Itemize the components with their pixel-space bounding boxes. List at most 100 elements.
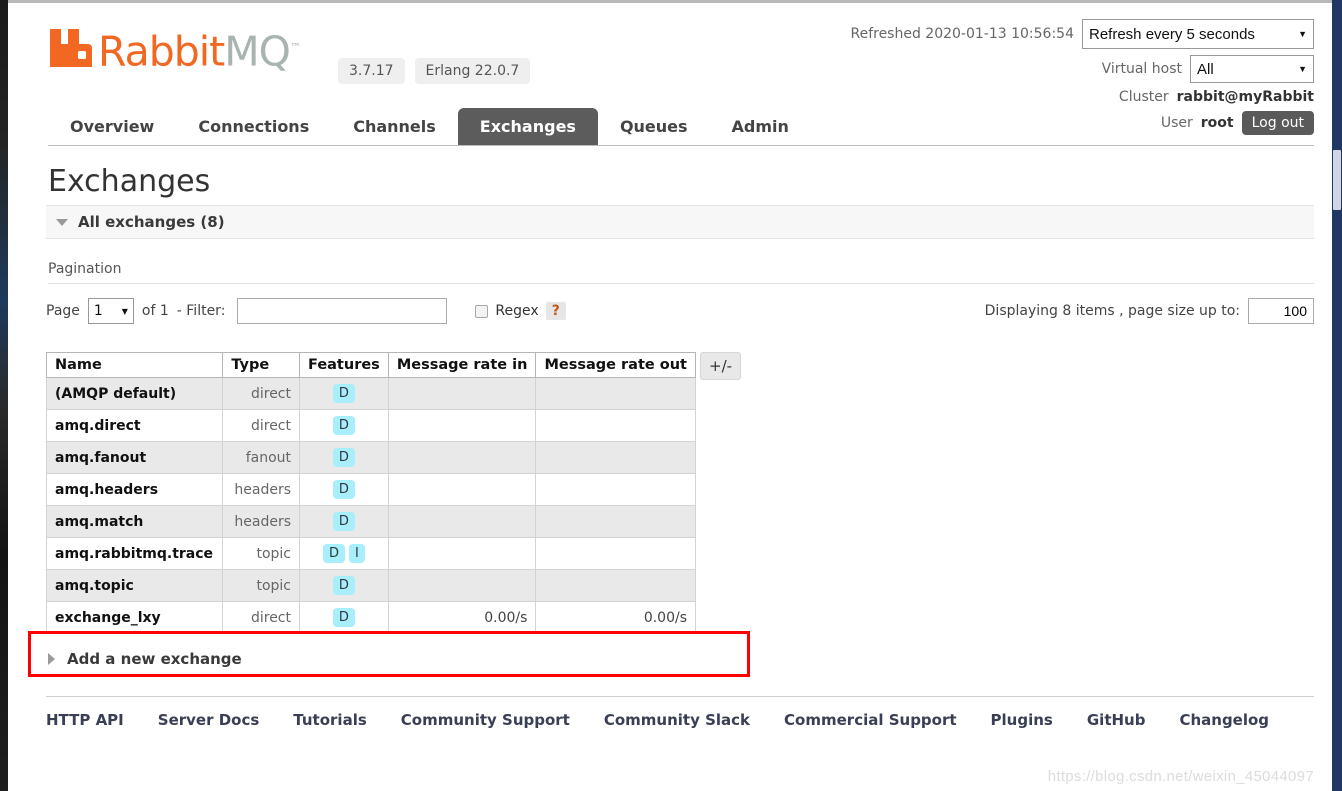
cell-exchange-type: headers xyxy=(222,505,300,538)
main-navigation: Overview Connections Channels Exchanges … xyxy=(48,108,1314,146)
toggle-columns-button[interactable]: +/- xyxy=(700,352,742,380)
cell-exchange-name[interactable]: (AMQP default) xyxy=(45,377,224,410)
exchanges-table-wrap: Name Type Features Message rate in Messa… xyxy=(45,352,1314,634)
cell-exchange-name[interactable]: exchange_lxy xyxy=(45,601,224,634)
page-total-label: of 1 xyxy=(141,303,169,319)
cell-exchange-features: D xyxy=(299,569,389,602)
trademark-symbol: ™ xyxy=(289,41,301,55)
regex-checkbox[interactable] xyxy=(475,304,489,318)
cluster-label: Cluster xyxy=(1118,89,1169,105)
cell-exchange-name[interactable]: amq.direct xyxy=(45,409,224,442)
cluster-name: rabbit@myRabbit xyxy=(1176,89,1314,105)
footer-link[interactable]: Community Support xyxy=(401,711,570,729)
cell-message-rate-in xyxy=(387,473,537,506)
column-header-message-rate-out[interactable]: Message rate out xyxy=(535,352,696,378)
page-word-label: Page xyxy=(46,303,80,319)
tab-overview[interactable]: Overview xyxy=(48,108,176,145)
cell-exchange-name[interactable]: amq.rabbitmq.trace xyxy=(45,537,224,570)
refresh-row: Refreshed 2020-01-13 10:56:54 Refresh ev… xyxy=(850,19,1314,49)
window-top-edge xyxy=(8,0,1332,3)
filter-input[interactable] xyxy=(237,298,448,324)
page-number-select[interactable]: 1 ▼ xyxy=(87,298,134,324)
tab-queues[interactable]: Queues xyxy=(598,108,710,145)
cell-exchange-features: D xyxy=(299,473,389,506)
cell-message-rate-out xyxy=(535,537,696,570)
cell-exchange-type: direct xyxy=(222,409,300,442)
add-new-exchange-toggle[interactable]: Add a new exchange xyxy=(48,650,1314,668)
page-size-input[interactable] xyxy=(1248,298,1314,324)
add-new-exchange-label: Add a new exchange xyxy=(67,650,242,668)
pagination-heading: Pagination xyxy=(48,261,1314,284)
cell-message-rate-out xyxy=(535,377,696,410)
scrollbar-thumb[interactable] xyxy=(1333,150,1341,210)
regex-option: Regex ? xyxy=(475,302,566,320)
tab-connections[interactable]: Connections xyxy=(176,108,331,145)
help-icon[interactable]: ? xyxy=(545,302,566,320)
triangle-right-icon xyxy=(48,653,55,665)
filter-controls: Page 1 ▼ of 1 - Filter: Regex ? Displayi… xyxy=(46,298,1314,324)
cell-exchange-features: DI xyxy=(299,537,389,570)
table-row[interactable]: amq.rabbitmq.trace topic D I xyxy=(45,537,696,570)
column-header-features[interactable]: Features xyxy=(299,352,389,378)
all-exchanges-section-toggle[interactable]: All exchanges (8) xyxy=(46,205,1314,239)
footer-link[interactable]: GitHub xyxy=(1087,711,1146,729)
exchanges-table-body: (AMQP default) direct Damq.direct direct Dam… xyxy=(45,377,696,634)
erlang-version-badge: Erlang 22.0.7 xyxy=(414,58,531,84)
feature-badge: I xyxy=(348,544,365,563)
tab-admin[interactable]: Admin xyxy=(710,108,811,145)
feature-badge: D xyxy=(322,544,345,563)
cell-exchange-name[interactable]: amq.fanout xyxy=(45,441,224,474)
cell-exchange-type: headers xyxy=(222,473,300,506)
vhost-row: Virtual host All ▼ xyxy=(850,55,1314,83)
footer-link[interactable]: Community Slack xyxy=(604,711,750,729)
table-row[interactable]: amq.direct direct D xyxy=(45,409,696,442)
vhost-label: Virtual host xyxy=(1101,61,1182,77)
window-left-edge xyxy=(0,0,8,791)
feature-badge: D xyxy=(332,576,355,595)
cell-exchange-type: topic xyxy=(222,569,300,602)
chevron-down-icon: ▼ xyxy=(1298,29,1307,39)
table-row[interactable]: amq.topic topic D xyxy=(45,569,696,602)
table-row[interactable]: amq.match headers D xyxy=(45,505,696,538)
table-row[interactable]: exchange_lxy direct D 0.00/s 0.00/s xyxy=(45,601,696,634)
cell-message-rate-in xyxy=(387,409,537,442)
footer-link[interactable]: Tutorials xyxy=(293,711,366,729)
refresh-interval-select[interactable]: Refresh every 5 seconds ▼ xyxy=(1082,19,1314,49)
footer-link[interactable]: Plugins xyxy=(991,711,1053,729)
column-header-name[interactable]: Name xyxy=(45,352,224,378)
logo-mq-text: MQ xyxy=(224,28,291,76)
page-header: RabbitMQ™ 3.7.17 Erlang 22.0.7 Refreshed… xyxy=(8,3,1332,135)
cell-exchange-type: direct xyxy=(222,601,300,634)
table-row[interactable]: (AMQP default) direct D xyxy=(45,377,696,410)
footer-link[interactable]: Commercial Support xyxy=(784,711,957,729)
feature-badge: D xyxy=(332,416,355,435)
column-header-type[interactable]: Type xyxy=(222,352,300,378)
table-row[interactable]: amq.fanout fanout D xyxy=(45,441,696,474)
page-scrollbar[interactable] xyxy=(1332,0,1342,791)
rabbitmq-logo[interactable]: RabbitMQ™ xyxy=(48,25,301,73)
feature-badge: D xyxy=(332,608,355,627)
footer-link[interactable]: Server Docs xyxy=(158,711,260,729)
page-content: Exchanges All exchanges (8) Pagination P… xyxy=(8,164,1332,729)
tab-exchanges[interactable]: Exchanges xyxy=(457,108,598,145)
cell-message-rate-out xyxy=(535,473,696,506)
vhost-select[interactable]: All ▼ xyxy=(1190,55,1314,83)
tab-channels[interactable]: Channels xyxy=(331,108,458,145)
column-header-message-rate-in[interactable]: Message rate in xyxy=(387,352,537,378)
footer-link[interactable]: Changelog xyxy=(1179,711,1269,729)
footer-link[interactable]: HTTP API xyxy=(46,711,124,729)
cell-message-rate-in xyxy=(387,537,537,570)
cell-exchange-name[interactable]: amq.headers xyxy=(45,473,224,506)
feature-badge: D xyxy=(332,448,355,467)
displaying-text: Displaying 8 items , page size up to: xyxy=(984,303,1240,319)
cell-exchange-name[interactable]: amq.topic xyxy=(45,569,224,602)
cell-message-rate-out xyxy=(535,569,696,602)
table-row[interactable]: amq.headers headers D xyxy=(45,473,696,506)
rabbit-logo-icon xyxy=(48,25,94,73)
rabbitmq-management-page: RabbitMQ™ 3.7.17 Erlang 22.0.7 Refreshed… xyxy=(8,3,1332,791)
logo-rabbit-text: Rabbit xyxy=(98,28,225,76)
cell-exchange-name[interactable]: amq.match xyxy=(45,505,224,538)
page-title: Exchanges xyxy=(48,164,211,199)
refresh-interval-value: Refresh every 5 seconds xyxy=(1089,25,1255,43)
vhost-value: All xyxy=(1197,60,1214,78)
